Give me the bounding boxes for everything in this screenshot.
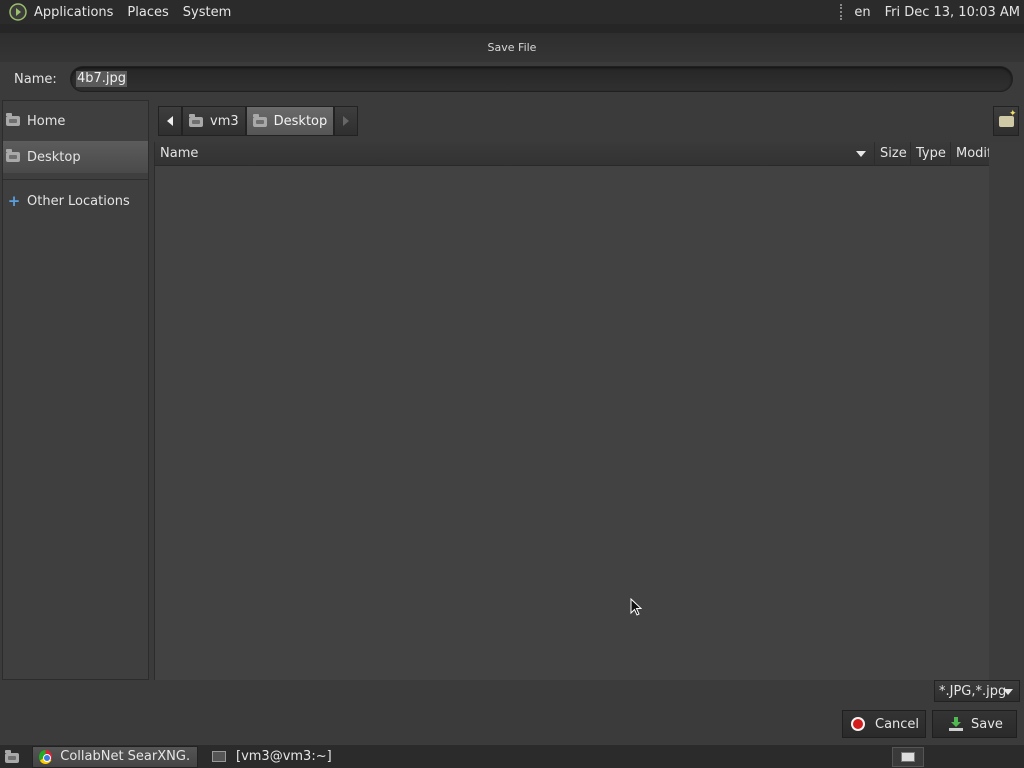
bottom-taskbar: CollabNet SearXNG... [vm3@vm3:~] — [0, 744, 1024, 768]
save-button[interactable]: Save — [932, 710, 1017, 738]
menu-logo-icon[interactable] — [8, 2, 28, 22]
new-folder-icon — [998, 109, 1016, 127]
create-folder-button[interactable] — [993, 106, 1019, 136]
column-type[interactable]: Type — [911, 141, 951, 166]
task-label: [vm3@vm3:~] — [236, 749, 332, 764]
folder-home-icon — [189, 114, 203, 127]
file-list-scrollbar[interactable] — [989, 142, 1022, 680]
name-row: Name: 4b7.jpg — [0, 62, 1024, 96]
path-segment-label: Desktop — [273, 113, 328, 129]
sidebar-item-label: Desktop — [27, 149, 81, 165]
path-segment-vm3[interactable]: vm3 — [182, 106, 246, 136]
path-scroll-right-button[interactable] — [334, 106, 359, 136]
cancel-icon — [851, 717, 865, 731]
applications-menu[interactable]: Applications — [34, 5, 113, 20]
chrome-icon — [39, 749, 53, 764]
download-icon — [949, 717, 963, 731]
cancel-button[interactable]: Cancel — [842, 710, 926, 738]
sidebar-item-desktop[interactable]: Desktop — [3, 141, 148, 173]
filename-value: 4b7.jpg — [76, 71, 128, 87]
sidebar-item-home[interactable]: Home — [3, 105, 148, 137]
taskbar-item-terminal[interactable]: [vm3@vm3:~] — [206, 746, 374, 768]
column-name[interactable]: Name — [155, 141, 875, 166]
save-label: Save — [971, 716, 1003, 732]
taskbar-item-browser[interactable]: CollabNet SearXNG... — [32, 745, 198, 768]
dialog-title-bar[interactable]: Save File — [0, 24, 1024, 62]
path-bar: vm3 Desktop — [158, 106, 359, 136]
sidebar-item-label: Home — [27, 113, 66, 129]
file-type-filter[interactable]: *.JPG,*.jpg — [934, 680, 1020, 702]
save-file-dialog: Save File Name: 4b7.jpg Home Desktop + O… — [0, 24, 1024, 744]
sidebar-item-other-locations[interactable]: + Other Locations — [3, 185, 148, 217]
places-sidebar: Home Desktop + Other Locations — [2, 100, 149, 680]
sort-descending-icon — [856, 150, 866, 157]
mouse-pointer-icon — [630, 598, 642, 616]
sidebar-separator — [3, 179, 148, 180]
sidebar-item-label: Other Locations — [27, 193, 130, 209]
show-desktop-button[interactable] — [0, 745, 24, 768]
filename-input[interactable]: 4b7.jpg — [70, 66, 1013, 92]
column-size[interactable]: Size — [875, 141, 911, 166]
path-segment-desktop[interactable]: Desktop — [245, 106, 335, 136]
arrow-left-icon — [167, 116, 173, 126]
workspace-switcher[interactable] — [892, 747, 924, 767]
system-menu[interactable]: System — [183, 5, 231, 20]
chevron-down-icon — [1003, 689, 1013, 695]
folder-home-icon — [6, 113, 22, 128]
dialog-title: Save File — [487, 41, 537, 54]
panel-separator — [840, 4, 844, 20]
task-label: CollabNet SearXNG... — [60, 749, 191, 764]
folder-icon — [252, 114, 267, 127]
path-segment-label: vm3 — [210, 113, 239, 129]
workspace-1[interactable] — [901, 752, 915, 762]
path-scroll-left-button[interactable] — [158, 106, 182, 136]
top-panel: Applications Places System en Fri Dec 13… — [0, 0, 1024, 24]
file-list[interactable]: Name Size Type Modif — [154, 141, 990, 680]
terminal-icon — [212, 751, 226, 762]
folder-icon — [6, 149, 22, 164]
clock[interactable]: Fri Dec 13, 10:03 AM — [885, 5, 1020, 20]
arrow-right-icon — [343, 116, 350, 126]
name-label: Name: — [14, 71, 57, 87]
column-header: Name Size Type Modif — [155, 141, 990, 166]
filter-value: *.JPG,*.jpg — [939, 683, 1007, 699]
plus-icon: + — [7, 192, 21, 210]
cancel-label: Cancel — [875, 716, 920, 732]
column-modified[interactable]: Modif — [951, 142, 990, 166]
places-menu[interactable]: Places — [127, 5, 168, 20]
panel-tray: en Fri Dec 13, 10:03 AM — [840, 0, 1020, 24]
desktop-icon — [5, 749, 19, 763]
keyboard-layout-indicator[interactable]: en — [854, 5, 870, 20]
